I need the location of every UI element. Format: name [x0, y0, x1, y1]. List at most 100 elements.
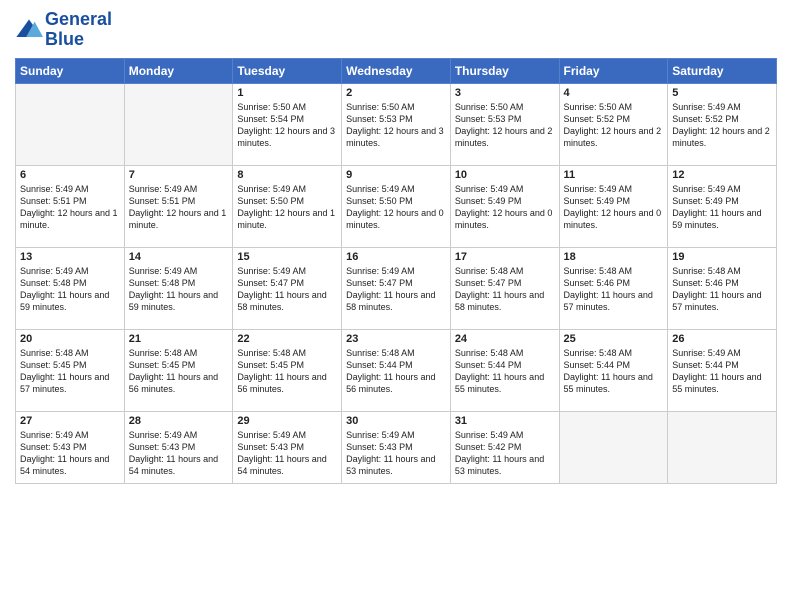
day-number: 26	[672, 333, 772, 345]
header: General Blue	[15, 10, 777, 50]
day-number: 17	[455, 251, 555, 263]
logo-icon	[15, 16, 43, 44]
cell-info: Sunrise: 5:49 AM Sunset: 5:48 PM Dayligh…	[129, 265, 229, 314]
calendar-cell: 24 Sunrise: 5:48 AM Sunset: 5:44 PM Dayli…	[450, 329, 559, 411]
calendar-cell: 3 Sunrise: 5:50 AM Sunset: 5:53 PM Daylig…	[450, 83, 559, 165]
logo-text: General Blue	[45, 10, 112, 50]
day-number: 23	[346, 333, 446, 345]
cell-info: Sunrise: 5:50 AM Sunset: 5:53 PM Dayligh…	[346, 101, 446, 150]
cell-info: Sunrise: 5:48 AM Sunset: 5:44 PM Dayligh…	[564, 347, 664, 396]
calendar-cell: 19 Sunrise: 5:48 AM Sunset: 5:46 PM Dayli…	[668, 247, 777, 329]
cell-info: Sunrise: 5:48 AM Sunset: 5:45 PM Dayligh…	[20, 347, 120, 396]
day-number: 13	[20, 251, 120, 263]
calendar-cell: 8Sunrise: 5:49 AM Sunset: 5:50 PM Daylig…	[233, 165, 342, 247]
calendar-cell: 28 Sunrise: 5:49 AM Sunset: 5:43 PM Dayli…	[124, 411, 233, 483]
day-number: 24	[455, 333, 555, 345]
cell-info: Sunrise: 5:49 AM Sunset: 5:49 PM Dayligh…	[564, 183, 664, 232]
day-header-wednesday: Wednesday	[342, 58, 451, 83]
calendar-cell: 16 Sunrise: 5:49 AM Sunset: 5:47 PM Dayli…	[342, 247, 451, 329]
day-number: 27	[20, 415, 120, 427]
cell-info: Sunrise: 5:48 AM Sunset: 5:47 PM Dayligh…	[455, 265, 555, 314]
day-number: 30	[346, 415, 446, 427]
calendar-cell	[16, 83, 125, 165]
day-number: 14	[129, 251, 229, 263]
day-number: 31	[455, 415, 555, 427]
cell-info: Sunrise: 5:49 AM Sunset: 5:49 PM Dayligh…	[672, 183, 772, 232]
day-number: 28	[129, 415, 229, 427]
cell-info: Sunrise: 5:49 AM Sunset: 5:43 PM Dayligh…	[129, 429, 229, 478]
week-row-3: 20 Sunrise: 5:48 AM Sunset: 5:45 PM Dayli…	[16, 329, 777, 411]
calendar-cell: 10Sunrise: 5:49 AM Sunset: 5:49 PM Dayli…	[450, 165, 559, 247]
cell-info: Sunrise: 5:49 AM Sunset: 5:44 PM Dayligh…	[672, 347, 772, 396]
cell-info: Sunrise: 5:49 AM Sunset: 5:43 PM Dayligh…	[346, 429, 446, 478]
calendar-cell: 13 Sunrise: 5:49 AM Sunset: 5:48 PM Dayli…	[16, 247, 125, 329]
day-number: 6	[20, 169, 120, 181]
calendar-cell	[124, 83, 233, 165]
calendar-cell: 15 Sunrise: 5:49 AM Sunset: 5:47 PM Dayli…	[233, 247, 342, 329]
cell-info: Sunrise: 5:49 AM Sunset: 5:48 PM Dayligh…	[20, 265, 120, 314]
calendar-cell: 20 Sunrise: 5:48 AM Sunset: 5:45 PM Dayli…	[16, 329, 125, 411]
day-number: 21	[129, 333, 229, 345]
calendar-cell: 14 Sunrise: 5:49 AM Sunset: 5:48 PM Dayli…	[124, 247, 233, 329]
day-number: 11	[564, 169, 664, 181]
cell-info: Sunrise: 5:50 AM Sunset: 5:52 PM Dayligh…	[564, 101, 664, 150]
calendar-cell: 5 Sunrise: 5:49 AM Sunset: 5:52 PM Daylig…	[668, 83, 777, 165]
cell-info: Sunrise: 5:49 AM Sunset: 5:52 PM Dayligh…	[672, 101, 772, 150]
calendar-cell: 22 Sunrise: 5:48 AM Sunset: 5:45 PM Dayli…	[233, 329, 342, 411]
calendar-header-row: SundayMondayTuesdayWednesdayThursdayFrid…	[16, 58, 777, 83]
calendar-cell: 18 Sunrise: 5:48 AM Sunset: 5:46 PM Dayli…	[559, 247, 668, 329]
cell-info: Sunrise: 5:49 AM Sunset: 5:51 PM Dayligh…	[20, 183, 120, 232]
cell-info: Sunrise: 5:50 AM Sunset: 5:53 PM Dayligh…	[455, 101, 555, 150]
calendar-cell: 4 Sunrise: 5:50 AM Sunset: 5:52 PM Daylig…	[559, 83, 668, 165]
calendar-cell: 11 Sunrise: 5:49 AM Sunset: 5:49 PM Dayli…	[559, 165, 668, 247]
day-header-thursday: Thursday	[450, 58, 559, 83]
cell-info: Sunrise: 5:48 AM Sunset: 5:44 PM Dayligh…	[455, 347, 555, 396]
day-number: 8	[237, 169, 337, 181]
week-row-4: 27 Sunrise: 5:49 AM Sunset: 5:43 PM Dayli…	[16, 411, 777, 483]
calendar-cell: 27Sunrise: 5:49 AM Sunset: 5:43 PM Dayli…	[16, 411, 125, 483]
cell-info: Sunrise: 5:49 AM Sunset: 5:47 PM Dayligh…	[346, 265, 446, 314]
day-number: 16	[346, 251, 446, 263]
calendar-cell	[559, 411, 668, 483]
week-row-0: 1Sunrise: 5:50 AM Sunset: 5:54 PM Daylig…	[16, 83, 777, 165]
cell-info: Sunrise: 5:48 AM Sunset: 5:46 PM Dayligh…	[672, 265, 772, 314]
cell-info: Sunrise: 5:49 AM Sunset: 5:49 PM Dayligh…	[455, 183, 555, 232]
logo: General Blue	[15, 10, 112, 50]
day-number: 15	[237, 251, 337, 263]
day-number: 5	[672, 87, 772, 99]
week-row-2: 13 Sunrise: 5:49 AM Sunset: 5:48 PM Dayli…	[16, 247, 777, 329]
cell-info: Sunrise: 5:49 AM Sunset: 5:51 PM Dayligh…	[129, 183, 229, 232]
calendar-cell: 29Sunrise: 5:49 AM Sunset: 5:43 PM Dayli…	[233, 411, 342, 483]
day-number: 29	[237, 415, 337, 427]
day-number: 18	[564, 251, 664, 263]
day-number: 20	[20, 333, 120, 345]
cell-info: Sunrise: 5:48 AM Sunset: 5:44 PM Dayligh…	[346, 347, 446, 396]
calendar-cell: 26 Sunrise: 5:49 AM Sunset: 5:44 PM Dayli…	[668, 329, 777, 411]
cell-info: Sunrise: 5:48 AM Sunset: 5:45 PM Dayligh…	[237, 347, 337, 396]
day-header-monday: Monday	[124, 58, 233, 83]
calendar-cell: 6 Sunrise: 5:49 AM Sunset: 5:51 PM Daylig…	[16, 165, 125, 247]
calendar: SundayMondayTuesdayWednesdayThursdayFrid…	[15, 58, 777, 484]
day-number: 2	[346, 87, 446, 99]
day-number: 25	[564, 333, 664, 345]
day-number: 12	[672, 169, 772, 181]
day-number: 1	[237, 87, 337, 99]
calendar-cell: 9Sunrise: 5:49 AM Sunset: 5:50 PM Daylig…	[342, 165, 451, 247]
day-number: 22	[237, 333, 337, 345]
calendar-cell: 21 Sunrise: 5:48 AM Sunset: 5:45 PM Dayli…	[124, 329, 233, 411]
page: General Blue SundayMondayTuesdayWednesda…	[0, 0, 792, 612]
day-number: 3	[455, 87, 555, 99]
cell-info: Sunrise: 5:49 AM Sunset: 5:42 PM Dayligh…	[455, 429, 555, 478]
day-number: 4	[564, 87, 664, 99]
cell-info: Sunrise: 5:49 AM Sunset: 5:47 PM Dayligh…	[237, 265, 337, 314]
day-number: 19	[672, 251, 772, 263]
cell-info: Sunrise: 5:48 AM Sunset: 5:46 PM Dayligh…	[564, 265, 664, 314]
day-header-tuesday: Tuesday	[233, 58, 342, 83]
calendar-cell: 30 Sunrise: 5:49 AM Sunset: 5:43 PM Dayli…	[342, 411, 451, 483]
calendar-cell: 7Sunrise: 5:49 AM Sunset: 5:51 PM Daylig…	[124, 165, 233, 247]
calendar-cell: 17 Sunrise: 5:48 AM Sunset: 5:47 PM Dayli…	[450, 247, 559, 329]
calendar-cell: 2 Sunrise: 5:50 AM Sunset: 5:53 PM Daylig…	[342, 83, 451, 165]
day-header-saturday: Saturday	[668, 58, 777, 83]
cell-info: Sunrise: 5:48 AM Sunset: 5:45 PM Dayligh…	[129, 347, 229, 396]
day-header-sunday: Sunday	[16, 58, 125, 83]
